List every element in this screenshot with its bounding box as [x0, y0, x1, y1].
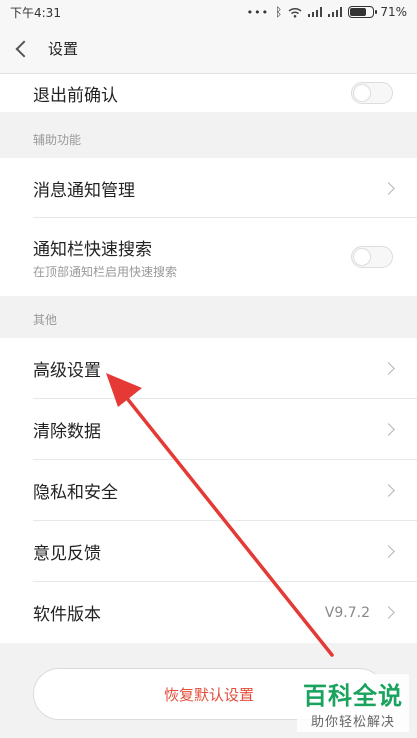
chevron-right-icon: [382, 181, 395, 195]
signal-icon-2: [328, 7, 343, 17]
row-notification-label: 消息通知管理: [33, 180, 135, 201]
version-right: V9.7.2: [324, 604, 395, 621]
battery-fill: [350, 8, 366, 16]
battery-percent: 71%: [380, 5, 407, 19]
status-icons: ••• ᛒ 71%: [247, 5, 407, 19]
row-clear-data-label: 清除数据: [33, 422, 101, 442]
watermark-title: 百科全说: [303, 682, 403, 710]
row-feedback[interactable]: 意见反馈: [0, 521, 417, 582]
chevron-right-icon: [382, 423, 395, 436]
page-title: 设置: [48, 40, 79, 58]
chevron-right-icon: [382, 545, 395, 558]
section-other-label: 其他: [33, 313, 58, 327]
row-clear-data[interactable]: 清除数据: [0, 399, 417, 460]
row-software-version[interactable]: 软件版本 V9.7.2: [0, 582, 417, 643]
nav-bar: 设置: [0, 24, 417, 74]
chevron-right-icon: [382, 484, 395, 497]
row-version-label: 软件版本: [33, 605, 101, 625]
battery-icon: [348, 6, 378, 18]
row-exit-confirm[interactable]: 退出前确认: [0, 74, 417, 112]
row-advanced-label: 高级设置: [33, 361, 101, 381]
row-notification-manage[interactable]: 消息通知管理: [0, 158, 417, 218]
version-value: V9.7.2: [324, 604, 370, 621]
watermark-subtitle: 助你轻松解决: [310, 715, 395, 730]
chevron-right-icon: [382, 606, 395, 619]
toggle-knob: [353, 248, 371, 266]
section-header-accessibility: 辅助功能: [0, 112, 417, 158]
watermark-logo: 百科全说 助你轻松解决: [297, 674, 409, 732]
row-exit-confirm-label: 退出前确认: [33, 85, 118, 106]
wifi-icon: [288, 7, 302, 18]
row-quick-search-text: 通知栏快速搜索 在顶部通知栏启用快速搜索: [33, 235, 177, 280]
signal-icon-1: [308, 7, 323, 17]
row-privacy-security[interactable]: 隐私和安全: [0, 460, 417, 521]
bluetooth-icon: ᛒ: [275, 5, 283, 19]
row-quick-search-label: 通知栏快速搜索: [33, 239, 152, 260]
chevron-right-icon: [382, 362, 395, 375]
section-accessibility-label: 辅助功能: [33, 133, 82, 147]
quick-search-toggle[interactable]: [351, 246, 393, 268]
more-dots-icon: •••: [246, 5, 270, 19]
status-bar: 下午4:31 ••• ᛒ 71%: [0, 0, 417, 24]
row-quick-search[interactable]: 通知栏快速搜索 在顶部通知栏启用快速搜索: [0, 218, 417, 296]
row-privacy-label: 隐私和安全: [33, 483, 118, 503]
status-time: 下午4:31: [10, 5, 61, 20]
exit-confirm-toggle[interactable]: [351, 82, 393, 104]
toggle-knob: [353, 84, 371, 102]
back-icon[interactable]: [15, 40, 33, 57]
row-quick-search-sub: 在顶部通知栏启用快速搜索: [33, 264, 178, 279]
row-advanced-settings[interactable]: 高级设置: [0, 338, 417, 399]
row-feedback-label: 意见反馈: [33, 544, 101, 564]
section-header-other: 其他: [0, 296, 417, 338]
